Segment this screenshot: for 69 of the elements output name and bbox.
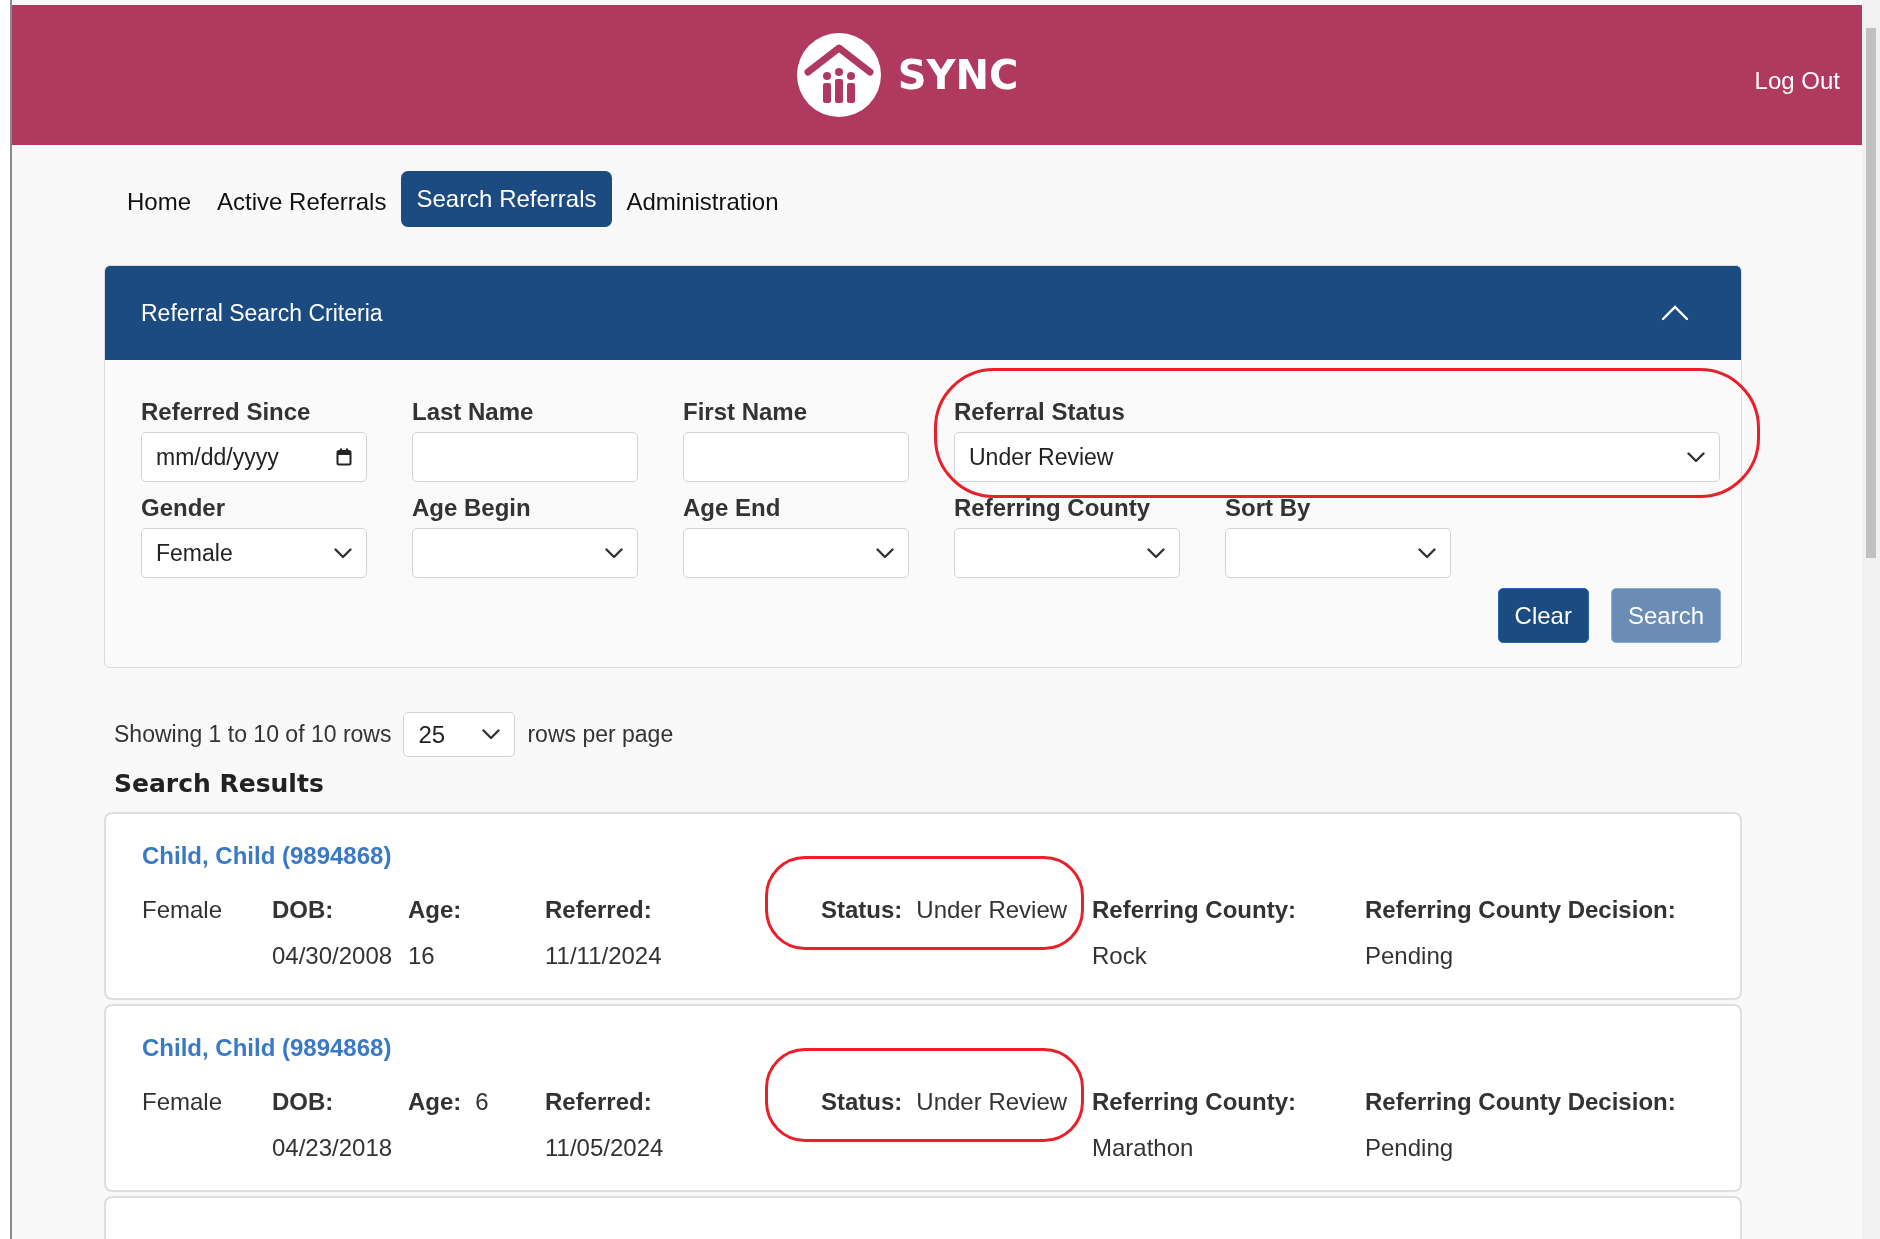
field-value: Rock — [1092, 942, 1148, 970]
field-label: Referred Since — [141, 398, 312, 426]
field-label: Status: — [821, 1088, 903, 1116]
field-label: Age End — [683, 494, 782, 522]
field-label: Referred: — [545, 896, 652, 924]
dropdown[interactable] — [1225, 528, 1451, 578]
field-value: Female — [142, 1088, 224, 1116]
input-field[interactable] — [412, 432, 638, 482]
field-label: Referring County — [954, 494, 1151, 522]
panel-title: Referral Search Criteria — [141, 299, 383, 327]
date-field[interactable]: mm/dd/yyyy — [141, 432, 367, 482]
field-label: Age: — [408, 1088, 462, 1116]
field-value: 11/05/2024 — [545, 1134, 665, 1162]
field-value: 6 — [475, 1088, 489, 1116]
field-label: Age Begin — [412, 494, 532, 522]
rows-per-page-text: rows per page — [527, 721, 674, 748]
field-label: DOB: — [272, 896, 334, 924]
field-label: Referred: — [545, 1088, 652, 1116]
field-value: Pending — [1365, 1134, 1455, 1162]
nav-tab[interactable]: Administration — [615, 174, 790, 230]
clear-button[interactable]: Clear — [1497, 588, 1589, 643]
field-value: 11/11/2024 — [545, 942, 663, 970]
field-label: Gender — [141, 494, 227, 522]
chevron-down-icon — [1147, 547, 1165, 559]
chevron-down-icon — [605, 547, 623, 559]
field-value: Under Review — [916, 1088, 1068, 1116]
rows-count-text: Showing 1 to 10 of 10 rows — [114, 721, 392, 748]
logout-link[interactable]: Log Out — [1754, 67, 1840, 95]
input-field[interactable] — [683, 432, 909, 482]
dropdown[interactable] — [683, 528, 909, 578]
field-label: Referral Status — [954, 398, 1126, 426]
field-label: Referring County Decision: — [1365, 896, 1676, 924]
panel-header[interactable]: Referral Search Criteria — [105, 266, 1741, 360]
dropdown[interactable]: Female — [141, 528, 367, 578]
chevron-down-icon — [334, 547, 352, 559]
calendar-icon — [336, 448, 352, 466]
chevron-down-icon — [1418, 547, 1436, 559]
field-value: Marathon — [1092, 1134, 1195, 1162]
field-label: Age: — [408, 896, 462, 924]
nav-tab[interactable]: Home — [116, 174, 203, 230]
section-heading: Search Results — [114, 769, 325, 798]
nav-tab[interactable]: Active Referrals — [206, 174, 398, 230]
field-label: Status: — [821, 896, 903, 924]
page-size-dropdown[interactable]: 25 — [403, 712, 516, 757]
field-label: Referring County: — [1092, 1088, 1296, 1116]
field-label: Last Name — [412, 398, 535, 426]
chevron-down-icon — [1687, 451, 1705, 463]
dropdown[interactable] — [954, 528, 1180, 578]
field-label: Referring County: — [1092, 896, 1296, 924]
field-label: First Name — [683, 398, 809, 426]
chevron-down-icon — [876, 547, 894, 559]
field-value: Pending — [1365, 942, 1455, 970]
app-name: SYNC — [897, 52, 1019, 98]
field-value: Under Review — [916, 896, 1068, 924]
dropdown[interactable]: Under Review — [954, 432, 1720, 482]
field-label: Sort By — [1225, 494, 1312, 522]
nav-tab[interactable]: Search Referrals — [401, 171, 612, 227]
field-value: 04/30/2008 — [272, 942, 394, 970]
field-value: 04/23/2018 — [272, 1134, 394, 1162]
field-label: Referring County Decision: — [1365, 1088, 1676, 1116]
logo-icon — [795, 32, 882, 118]
field-value: Female — [142, 896, 224, 924]
scrollbar[interactable] — [1862, 0, 1880, 1239]
chevron-down-icon — [482, 729, 501, 740]
child-name-link[interactable]: Child, Child (9894868) — [142, 842, 392, 870]
field-value: 16 — [408, 942, 436, 970]
dropdown[interactable] — [412, 528, 638, 578]
field-label: DOB: — [272, 1088, 334, 1116]
child-name-link[interactable]: Child, Child (9894868) — [142, 1034, 392, 1062]
